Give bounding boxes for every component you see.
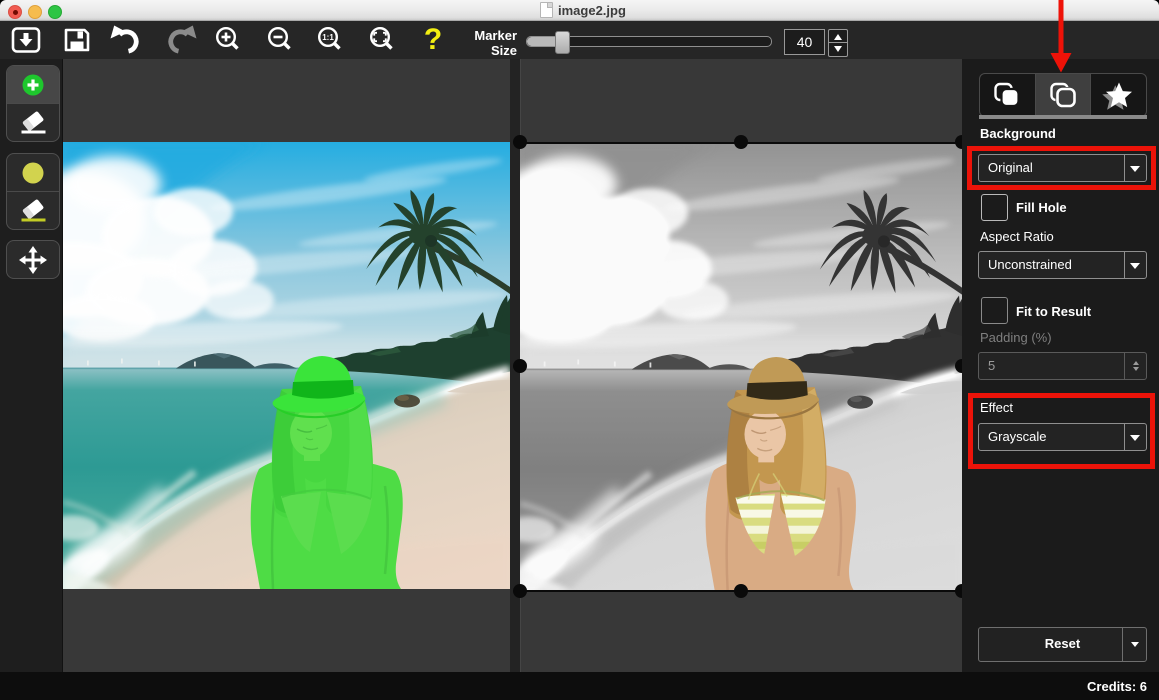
svg-text:?: ? [423, 23, 441, 56]
svg-text:1:1: 1:1 [322, 33, 334, 42]
